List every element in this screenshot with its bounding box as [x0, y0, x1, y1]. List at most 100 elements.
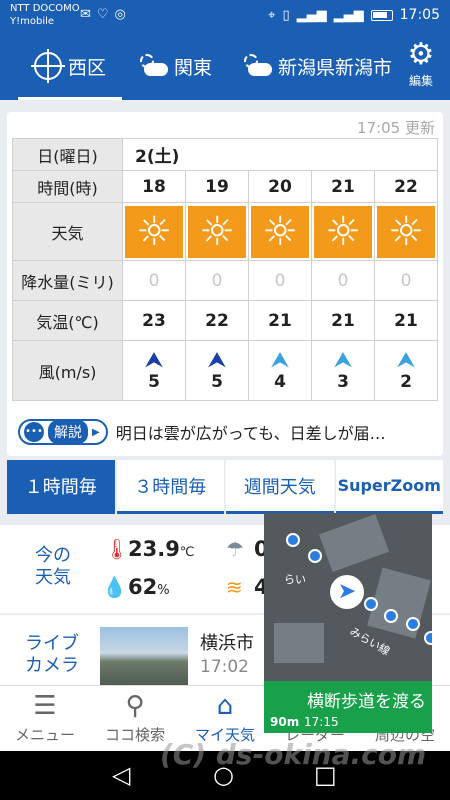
route-dot — [406, 617, 420, 631]
rain-cloud-icon: ☂ — [226, 537, 244, 561]
clock: 17:05 — [399, 7, 440, 23]
nav-menu[interactable]: ☰ メニュー — [0, 692, 90, 745]
wind-cell: ⮝ 3 — [311, 340, 375, 401]
wind-speed: 4 — [274, 371, 286, 392]
rain-cell: 0 — [311, 260, 375, 301]
temp-cell: 21 — [374, 300, 438, 341]
search-icon: ⚲ — [125, 691, 145, 721]
vibrate-icon: ▯ — [282, 7, 290, 23]
map-building — [274, 623, 324, 663]
current-weather-label: 今の 天気 — [35, 545, 71, 588]
back-icon[interactable]: ◁ — [112, 761, 130, 789]
map-building — [318, 513, 390, 573]
carrier-name: NTT DOCOMO — [10, 3, 80, 14]
wind-direction-icon: ⮝ — [144, 347, 164, 373]
route-dot — [424, 631, 432, 645]
weather-cell: ☼ — [248, 202, 312, 261]
location-tab-niigata[interactable]: 新潟県新潟市 — [242, 46, 392, 86]
forecast-comment[interactable]: ••• 解説 ▶ 明日は雲が広がっても、日差しが届… — [18, 418, 438, 446]
location-tab-current[interactable]: 西区 — [17, 46, 123, 100]
location-tab-kanto[interactable]: 関東 — [138, 46, 212, 86]
wind-speed: 3 — [337, 371, 349, 392]
temp-cell: 23 — [122, 300, 186, 341]
wind-cell: ⮝ 5 — [185, 340, 249, 401]
battery-icon — [370, 9, 393, 21]
updated-time: 17:05 更新 — [357, 119, 435, 137]
camera-location: 横浜市 — [200, 633, 254, 654]
wind-icon: ≋ — [226, 575, 243, 599]
sunny-icon: ☼ — [251, 205, 309, 258]
row-label: 時間(時) — [12, 170, 123, 203]
menu-icon: ☰ — [33, 691, 57, 721]
sunny-icon: ☼ — [188, 205, 246, 258]
location-tab-label: 新潟県新潟市 — [277, 56, 392, 79]
nav-label: メニュー — [14, 726, 75, 744]
wind-cell: ⮝ 2 — [374, 340, 438, 401]
thermometer-icon: 🌡 — [104, 537, 130, 561]
wind-speed: 5 — [211, 371, 223, 392]
edit-button[interactable]: ⚙ 編集 — [400, 40, 442, 89]
tab-superzoom[interactable]: SuperZoom — [335, 460, 443, 514]
commentary-label: 解説 — [48, 420, 88, 444]
location-icon: ⌖ — [268, 7, 276, 23]
partly-cloudy-icon — [138, 54, 168, 78]
rain-cell: 0 — [374, 260, 438, 301]
navigation-arrow-icon: ➤ — [330, 575, 364, 609]
time-row: 時間(時) 18 19 20 21 22 — [12, 170, 438, 203]
weather-cell: ☼ — [311, 202, 375, 261]
navigation-instruction-panel: 横断歩道を渡る 90m 17:15 — [264, 681, 432, 733]
live-camera-label: ライブ カメラ — [25, 633, 79, 676]
notification-icons: ✉♡◎ — [80, 7, 132, 22]
navigation-eta: 17:15 — [304, 715, 339, 729]
hourly-forecast-table: 日(曜日) 2(土) 時間(時) 18 19 20 21 22 天気 ☼ ☼ ☼… — [12, 138, 438, 401]
navigation-instruction: 横断歩道を渡る — [307, 692, 426, 712]
temp-cell: 21 — [311, 300, 375, 341]
partly-cloudy-icon — [242, 54, 272, 78]
rain-cell: 0 — [248, 260, 312, 301]
watermark: (C) ds-okina.com — [160, 738, 427, 771]
wind-row: 風(m/s) ⮝ 5 ⮝ 5 ⮝ 4 ⮝ 3 ⮝ 2 — [12, 340, 438, 401]
wind-speed: 5 — [148, 371, 160, 392]
temp-cell: 22 — [185, 300, 249, 341]
sunny-icon: ☼ — [377, 205, 435, 258]
camera-thumbnail[interactable] — [100, 627, 188, 685]
hour-cell: 22 — [374, 170, 438, 203]
tab-weekly[interactable]: 週間天気 — [226, 460, 334, 514]
commentary-button[interactable]: ••• 解説 ▶ — [18, 419, 108, 445]
wind-direction-icon: ⮝ — [333, 347, 353, 373]
tab-3-hourly[interactable]: ３時間毎 — [116, 460, 224, 514]
navigation-map-overlay[interactable]: ➤ らい みらい線 横断歩道を渡る 90m 17:15 — [264, 513, 432, 733]
weather-cell: ☼ — [185, 202, 249, 261]
home-icon: ⌂ — [216, 691, 234, 721]
hour-cell: 18 — [122, 170, 186, 203]
sunny-icon: ☼ — [314, 205, 372, 258]
location-crosshair-icon — [31, 49, 65, 83]
rain-cell: 0 — [122, 260, 186, 301]
wind-direction-icon: ⮝ — [270, 347, 290, 373]
carrier-name-secondary: Y!mobile — [10, 16, 55, 27]
hour-cell: 20 — [248, 170, 312, 203]
sunny-icon: ☼ — [125, 205, 183, 258]
date-value: 2(土) — [122, 138, 438, 171]
signal-icon: ▂▄▆ — [296, 7, 327, 23]
row-label: 風(m/s) — [12, 340, 123, 401]
comment-text: 明日は雲が広がっても、日差しが届… — [115, 424, 386, 443]
forecast-card: 17:05 更新 日(曜日) 2(土) 時間(時) 18 19 20 21 22… — [7, 112, 443, 456]
row-label: 降水量(ミリ) — [12, 260, 123, 301]
wind-direction-icon: ⮝ — [207, 347, 227, 373]
hour-cell: 19 — [185, 170, 249, 203]
rain-cell: 0 — [185, 260, 249, 301]
location-bar: 西区 関東 新潟県新潟市 ⚙ 編集 — [0, 32, 450, 100]
rain-row: 降水量(ミリ) 0 0 0 0 0 — [12, 260, 438, 301]
wind-direction-icon: ⮝ — [396, 347, 416, 373]
date-row: 日(曜日) 2(土) — [12, 138, 438, 171]
temp-cell: 21 — [248, 300, 312, 341]
wind-speed: 2 — [400, 371, 412, 392]
street-label: らい — [284, 573, 306, 586]
row-label: 気温(℃) — [12, 300, 123, 341]
location-tab-label: 関東 — [174, 56, 213, 79]
route-dot — [364, 597, 378, 611]
wind-cell: ⮝ 5 — [122, 340, 186, 401]
tab-hourly[interactable]: １時間毎 — [7, 460, 115, 514]
row-label: 天気 — [12, 202, 123, 261]
